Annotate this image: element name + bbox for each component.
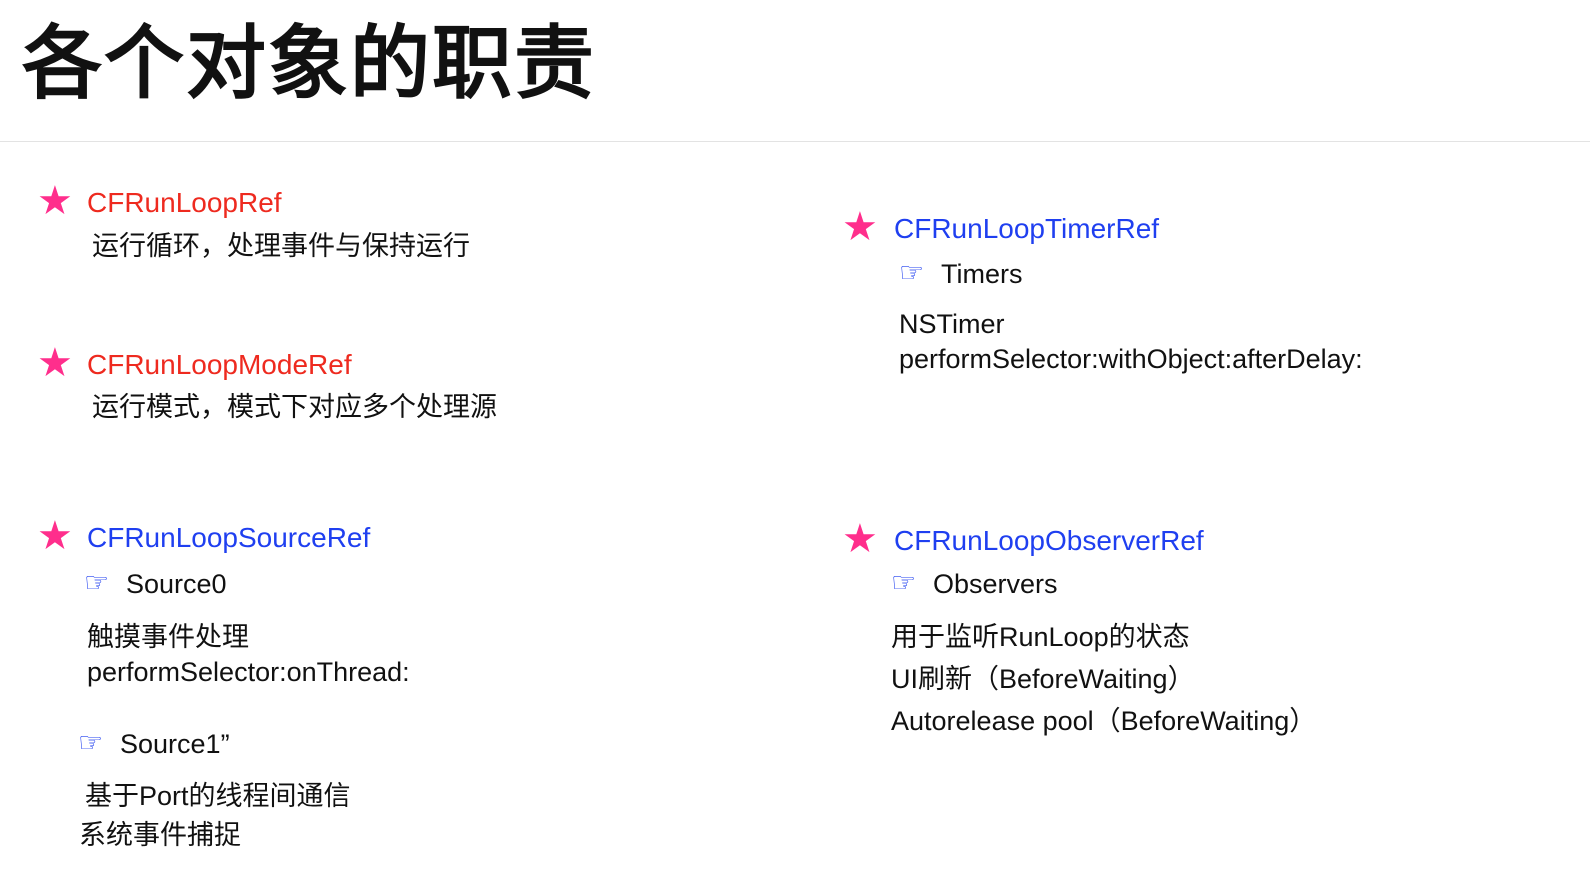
source0-line: performSelector:onThread: — [87, 657, 410, 687]
mode-ref-name: CFRunLoopModeRef — [87, 349, 352, 380]
slide-title: 各个对象的职责 — [22, 19, 596, 108]
timer-line: performSelector:withObject:afterDelay: — [899, 344, 1363, 374]
timer-line: NSTimer — [899, 309, 1005, 339]
observer-ref-name: CFRunLoopObserverRef — [894, 525, 1204, 556]
observer-line: Autorelease pool（BeforeWaiting） — [891, 706, 1317, 736]
pointing-hand-icon: ☞ — [891, 567, 917, 598]
runloop-ref-desc: 运行循环，处理事件与保持运行 — [92, 231, 470, 261]
star-icon: ★ — [37, 179, 73, 223]
source0-label: Source0 — [126, 569, 227, 599]
timer-ref-name: CFRunLoopTimerRef — [894, 213, 1160, 244]
source1-line: 基于Port的线程间通信 — [85, 781, 351, 811]
source1-line: 系统事件捕捉 — [79, 820, 241, 850]
mode-ref-desc: 运行模式，模式下对应多个处理源 — [92, 392, 497, 422]
source1-label: Source1” — [120, 729, 230, 759]
star-icon: ★ — [37, 341, 73, 385]
source0-line: 触摸事件处理 — [87, 622, 249, 652]
title-divider — [0, 141, 1590, 142]
star-icon: ★ — [842, 205, 878, 249]
observer-line: UI刷新（BeforeWaiting） — [891, 664, 1195, 694]
runloop-ref-name: CFRunLoopRef — [87, 187, 282, 218]
pointing-hand-icon: ☞ — [84, 567, 110, 598]
pointing-hand-icon: ☞ — [899, 257, 925, 288]
observers-label: Observers — [933, 569, 1058, 599]
observer-line: 用于监听RunLoop的状态 — [891, 622, 1190, 652]
source-ref-name: CFRunLoopSourceRef — [87, 522, 371, 553]
star-icon: ★ — [842, 517, 878, 561]
pointing-hand-icon: ☞ — [78, 727, 104, 758]
star-icon: ★ — [37, 514, 73, 558]
timers-label: Timers — [941, 259, 1023, 289]
